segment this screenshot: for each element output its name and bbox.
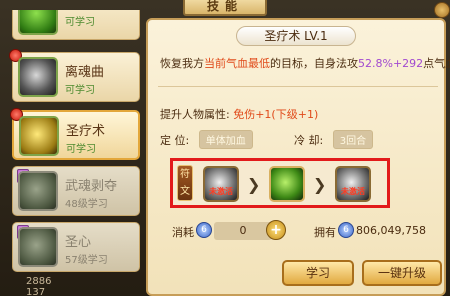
rune-row: 符文 未激活 ❯ ❯ 未激活 (170, 158, 390, 208)
skill-status: 可学习 (65, 17, 95, 28)
desc-pre: 恢复我方 (160, 57, 204, 70)
skill-leaf-icon (18, 10, 58, 35)
skill-heart-icon (18, 227, 58, 267)
desc-post: 点气血 (423, 57, 450, 70)
rune-slot-1[interactable]: 未激活 (203, 166, 239, 202)
close-icon[interactable] (434, 2, 450, 18)
attribute-value: 免伤+1(下级+1) (233, 108, 319, 121)
score-line-1: 2886 (26, 276, 52, 287)
skill-detail-panel: 圣疗术 LV.1 恢复我方当前气血最低的目标，自身法攻52.8%+292点气血 … (146, 18, 450, 296)
skill-heal-icon (19, 116, 59, 156)
skill-item-3[interactable]: 封 武魂剥夺 48级学习 (12, 166, 140, 216)
score-line-2: 137 (26, 287, 46, 296)
skill-status: 可学习 (65, 85, 95, 96)
upgrade-all-button[interactable]: 一键升级 (362, 260, 442, 286)
rune-status: 未激活 (209, 187, 233, 196)
own-value: 806,049,758 (356, 224, 426, 237)
skill-item-1[interactable]: 离魂曲 可学习 (9, 49, 140, 102)
rune-slot-2[interactable] (269, 166, 305, 202)
desc-percent: 52.8%+292 (358, 57, 424, 70)
attribute-label: 提升人物属性: (160, 108, 230, 121)
divider (158, 86, 438, 87)
skill-name: 圣疗术 (66, 124, 106, 139)
skill-list: 可学习 离魂曲 可学习 圣疗术 可学习 封 武魂剥夺 48级学习 封 圣心 57… (4, 10, 142, 296)
rune-tag: 符文 (177, 165, 193, 201)
desc-mid: 的目标，自身法攻 (270, 57, 358, 70)
cost-label: 消耗 (172, 226, 194, 239)
skill-music-icon (18, 57, 58, 97)
desc-target: 当前气血最低 (204, 57, 270, 70)
position-row: 定 位: 单体加血 (160, 130, 253, 149)
rune-status: 未激活 (341, 187, 365, 196)
skill-shadow-icon (18, 171, 58, 211)
skill-status: 可学习 (66, 144, 96, 155)
cost-value: 0 (214, 222, 272, 240)
arrow-right-icon: ❯ (247, 175, 261, 194)
skill-detail-title: 圣疗术 LV.1 (236, 26, 356, 46)
coin-icon: 6 (338, 222, 354, 238)
skill-name: 武魂剥夺 (65, 179, 118, 194)
skill-name: 圣心 (65, 235, 92, 250)
arrow-right-icon: ❯ (313, 175, 327, 194)
attribute-line: 提升人物属性: 免伤+1(下级+1) (160, 106, 318, 122)
cooldown-row: 冷 却: 3回合 (294, 130, 374, 149)
add-button[interactable]: + (266, 220, 286, 240)
window-title: 技能 (183, 0, 267, 16)
learn-button[interactable]: 学习 (282, 260, 354, 286)
position-label: 定 位: (160, 134, 190, 147)
skill-description: 恢复我方当前气血最低的目标，自身法攻52.8%+292点气血 (160, 56, 450, 72)
skill-name: 离魂曲 (65, 65, 105, 80)
coin-icon: 6 (196, 222, 212, 238)
skill-window: 技能 可学习 离魂曲 可学习 圣疗术 可学习 封 武魂剥夺 48级学习 封 (0, 0, 450, 296)
own-label: 拥有 (314, 226, 336, 239)
skill-item-2[interactable]: 圣疗术 可学习 (10, 108, 140, 160)
skill-item-0[interactable]: 可学习 (12, 10, 140, 40)
skill-status: 48级学习 (65, 199, 108, 210)
skill-item-4[interactable]: 封 圣心 57级学习 (12, 222, 140, 272)
score-readout: 2886 137 (26, 276, 51, 296)
cooldown-label: 冷 却: (294, 134, 324, 147)
cooldown-value: 3回合 (332, 130, 374, 149)
position-value: 单体加血 (198, 130, 253, 149)
rune-slot-3[interactable]: 未激活 (335, 166, 371, 202)
skill-status: 57级学习 (65, 255, 108, 266)
